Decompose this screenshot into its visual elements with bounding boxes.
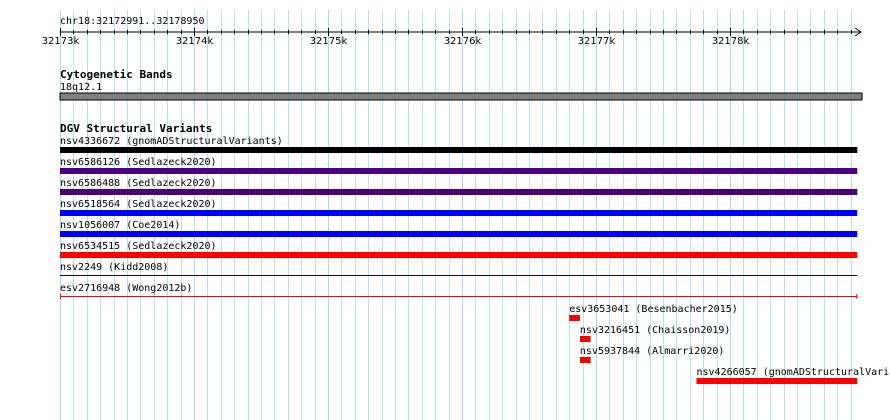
ruler-tick-label: 32174k	[176, 36, 214, 47]
feature-glyph[interactable]	[60, 252, 858, 258]
feature-glyph[interactable]	[696, 378, 858, 384]
dgv-feature[interactable]: nsv2249 (Kidd2008)	[60, 262, 858, 276]
feature-glyph[interactable]	[579, 336, 591, 342]
ruler-tick-label: 32173k	[42, 36, 80, 47]
feature-glyph[interactable]	[60, 189, 858, 195]
feature-label: nsv1056007 (Coe2014)	[60, 220, 180, 231]
dgv-feature[interactable]: esv3653041 (Besenbacher2015)	[569, 304, 738, 321]
feature-glyph[interactable]	[60, 168, 858, 174]
feature-label: nsv6518564 (Sedlazeck2020)	[60, 199, 217, 210]
dgv-feature[interactable]: esv2716948 (Wong2012b)	[60, 283, 858, 299]
genome-browser-view[interactable]: chr18:32172991..32178950 32173k 32174k 321…	[0, 0, 890, 420]
feature-glyph[interactable]	[60, 210, 858, 216]
feature-label: esv3653041 (Besenbacher2015)	[569, 304, 738, 315]
feature-label: esv2716948 (Wong2012b)	[60, 283, 192, 294]
feature-label: nsv6534515 (Sedlazeck2020)	[60, 241, 217, 252]
ruler-tick-label: 32178k	[712, 36, 750, 47]
dgv-feature[interactable]: nsv5937844 (Almarri2020)	[579, 346, 725, 363]
location-label: chr18:32172991..32178950	[60, 16, 205, 27]
feature-label: nsv5937844 (Almarri2020)	[580, 346, 725, 357]
ruler-track[interactable]: chr18:32172991..32178950 32173k 32174k 321…	[42, 16, 862, 47]
cytoband-label: 18q12.1	[60, 82, 102, 93]
ruler-ticks: 32173k 32174k 32175k 32176k 32177k 32178k	[42, 28, 852, 47]
dgv-feature[interactable]: nsv6586488 (Sedlazeck2020)	[60, 178, 858, 195]
dgv-feature[interactable]: nsv6586126 (Sedlazeck2020)	[60, 157, 858, 174]
ruler-tick-label: 32177k	[578, 36, 616, 47]
feature-label: nsv2249 (Kidd2008)	[60, 262, 168, 273]
feature-label: nsv4336672 (gnomADStructuralVariants)	[60, 136, 283, 147]
feature-glyph[interactable]	[60, 147, 858, 153]
ruler-tick-label: 32175k	[310, 36, 348, 47]
dgv-feature[interactable]: nsv6518564 (Sedlazeck2020)	[60, 199, 858, 216]
dgv-track-title: DGV Structural Variants	[60, 122, 212, 135]
feature-glyph[interactable]	[569, 315, 580, 321]
feature-label: nsv6586126 (Sedlazeck2020)	[60, 157, 217, 168]
cytoband-track-title: Cytogenetic Bands	[60, 68, 173, 81]
dgv-feature[interactable]: nsv3216451 (Chaisson2019)	[579, 325, 731, 342]
cytoband-track[interactable]: Cytogenetic Bands 18q12.1	[59, 68, 863, 101]
dgv-feature[interactable]: nsv6534515 (Sedlazeck2020)	[60, 241, 858, 258]
feature-glyph[interactable]	[60, 231, 858, 237]
ruler-tick-label: 32176k	[444, 36, 482, 47]
feature-glyph[interactable]	[579, 357, 591, 363]
dgv-feature[interactable]: nsv4266057 (gnomADStructuralVariants)	[696, 367, 890, 384]
feature-label: nsv4266057 (gnomADStructuralVariants)	[697, 367, 890, 378]
cytoband-bar[interactable]	[59, 92, 863, 101]
dgv-feature[interactable]: nsv1056007 (Coe2014)	[60, 220, 858, 237]
feature-label: nsv3216451 (Chaisson2019)	[580, 325, 731, 336]
feature-label: nsv6586488 (Sedlazeck2020)	[60, 178, 217, 189]
dgv-feature[interactable]: nsv4336672 (gnomADStructuralVariants)	[60, 136, 858, 153]
